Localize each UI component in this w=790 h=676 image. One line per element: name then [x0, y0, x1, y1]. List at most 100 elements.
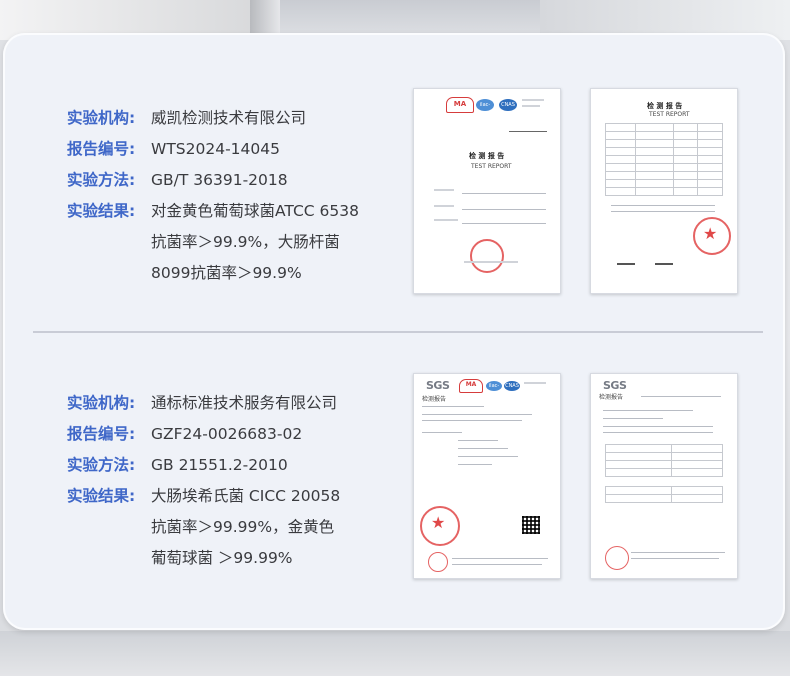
body-text-line: [458, 456, 518, 457]
result-line: 抗菌率＞99.9%，大肠杆菌: [151, 233, 340, 251]
header-text-line: [641, 396, 721, 397]
table-line: [605, 486, 606, 502]
seal-star-icon: ★: [703, 224, 718, 243]
report-title: 检 测 报 告: [647, 102, 683, 110]
field-label-line: [434, 189, 454, 191]
table-line: [605, 502, 723, 503]
field-value-line: [462, 209, 546, 210]
section1-method-row: 实验方法: GB/T 36391-2018: [67, 165, 359, 196]
table-line: [605, 123, 606, 195]
signature-line: [617, 263, 635, 265]
footer-text-line: [631, 558, 719, 559]
method-value: GB 21551.2-2010: [151, 456, 288, 474]
report-cover-thumbnail[interactable]: MA ilac-MRA CNAS 检 测 报 告 TEST REPORT: [413, 88, 561, 294]
report-number-value: WTS2024-14045: [151, 140, 280, 158]
result-label: 实验结果:: [67, 202, 136, 220]
field-label-line: [434, 205, 454, 207]
ilac-logo-icon: ilac-MRA: [486, 381, 502, 399]
body-text-line: [458, 448, 508, 449]
footer-text-line: [452, 564, 542, 565]
header-text-line: [522, 99, 544, 101]
institution-value: 威凯检测技术有限公司: [151, 109, 307, 127]
report-number-box: [509, 131, 547, 132]
table-line: [605, 476, 723, 477]
table-line: [605, 444, 723, 445]
header-text-line: [522, 105, 540, 107]
institution-label: 实验机构:: [67, 394, 136, 412]
field-value-line: [462, 223, 546, 224]
table-line: [605, 171, 723, 172]
table-line: [722, 444, 723, 476]
body-text-line: [458, 464, 492, 465]
note-line: [611, 205, 715, 206]
footer-text-line: [464, 261, 518, 263]
method-label: 实验方法:: [67, 456, 136, 474]
table-line: [605, 460, 723, 461]
body-text-line: [603, 432, 713, 433]
seal-star-icon: ★: [431, 513, 446, 532]
table-line: [605, 155, 723, 156]
report-number-label: 报告编号:: [67, 140, 136, 158]
method-label: 实验方法:: [67, 171, 136, 189]
header-text-line: [524, 382, 546, 384]
field-label-line: [434, 219, 458, 221]
cma-logo-icon: MA: [446, 97, 474, 113]
institution-label: 实验机构:: [67, 109, 136, 127]
table-line: [605, 494, 723, 495]
footer-seal-icon: [428, 552, 448, 572]
table-line: [605, 195, 723, 196]
table-line: [671, 486, 672, 502]
section-divider: [33, 331, 763, 333]
section2-institution-row: 实验机构: 通标标准技术服务有限公司: [67, 388, 340, 419]
sgs-logo-icon: SGS: [426, 379, 450, 392]
table-line: [605, 452, 723, 453]
table-line: [605, 147, 723, 148]
test-report-card: 实验机构: 威凯检测技术有限公司 报告编号: WTS2024-14045 实验方…: [3, 33, 785, 630]
result-line: 葡萄球菌 ＞99.99%: [151, 549, 293, 567]
body-text-line: [603, 410, 693, 411]
body-text-line: [422, 406, 484, 407]
official-seal-icon: [605, 546, 629, 570]
cma-logo-icon: MA: [459, 379, 483, 393]
footer-text-line: [631, 552, 725, 553]
result-line: 8099抗菌率＞99.9%: [151, 264, 302, 282]
table-line: [605, 131, 723, 132]
background-bottom: [0, 631, 790, 676]
table-line: [605, 468, 723, 469]
institution-value: 通标标准技术服务有限公司: [151, 394, 338, 412]
cnas-logo-icon: CNAS: [499, 99, 517, 111]
body-text-line: [422, 432, 462, 433]
table-line: [605, 444, 606, 476]
report-title: 检测报告: [599, 394, 624, 401]
report-subtitle: TEST REPORT: [649, 111, 690, 118]
table-line: [697, 123, 698, 195]
report-subtitle: TEST REPORT: [471, 163, 512, 170]
section2-result-row: 实验结果: 大肠埃希氏菌 CICC 20058 抗菌率＞99.99%，金黄色 葡…: [67, 481, 340, 574]
section2-method-row: 实验方法: GB 21551.2-2010: [67, 450, 340, 481]
method-value: GB/T 36391-2018: [151, 171, 288, 189]
section1-info: 实验机构: 威凯检测技术有限公司 报告编号: WTS2024-14045 实验方…: [67, 103, 359, 289]
table-line: [635, 123, 636, 195]
body-text-line: [458, 440, 498, 441]
report-title: 检测报告: [422, 396, 447, 403]
result-line: 对金黄色葡萄球菌ATCC 6538: [151, 202, 359, 220]
sgs-logo-icon: SGS: [603, 379, 627, 392]
body-text-line: [422, 414, 532, 415]
qr-code-icon: [522, 516, 540, 534]
footer-text-line: [452, 558, 548, 559]
note-line: [611, 211, 715, 212]
result-line: 抗菌率＞99.99%，金黄色: [151, 518, 335, 536]
field-value-line: [462, 193, 546, 194]
report-results-thumbnail[interactable]: 检 测 报 告 TEST REPORT ★: [590, 88, 738, 294]
table-line: [722, 486, 723, 502]
table-line: [605, 486, 723, 487]
section2-report-row: 报告编号: GZF24-0026683-02: [67, 419, 340, 450]
table-line: [605, 179, 723, 180]
sgs-report-cover-thumbnail[interactable]: SGS MA ilac-MRA CNAS 检测报告 ★: [413, 373, 561, 579]
table-line: [722, 123, 723, 195]
table-line: [605, 139, 723, 140]
sgs-report-results-thumbnail[interactable]: SGS 检测报告: [590, 373, 738, 579]
section1-report-row: 报告编号: WTS2024-14045: [67, 134, 359, 165]
table-line: [605, 187, 723, 188]
section1-result-row: 实验结果: 对金黄色葡萄球菌ATCC 6538 抗菌率＞99.9%，大肠杆菌 8…: [67, 196, 359, 289]
